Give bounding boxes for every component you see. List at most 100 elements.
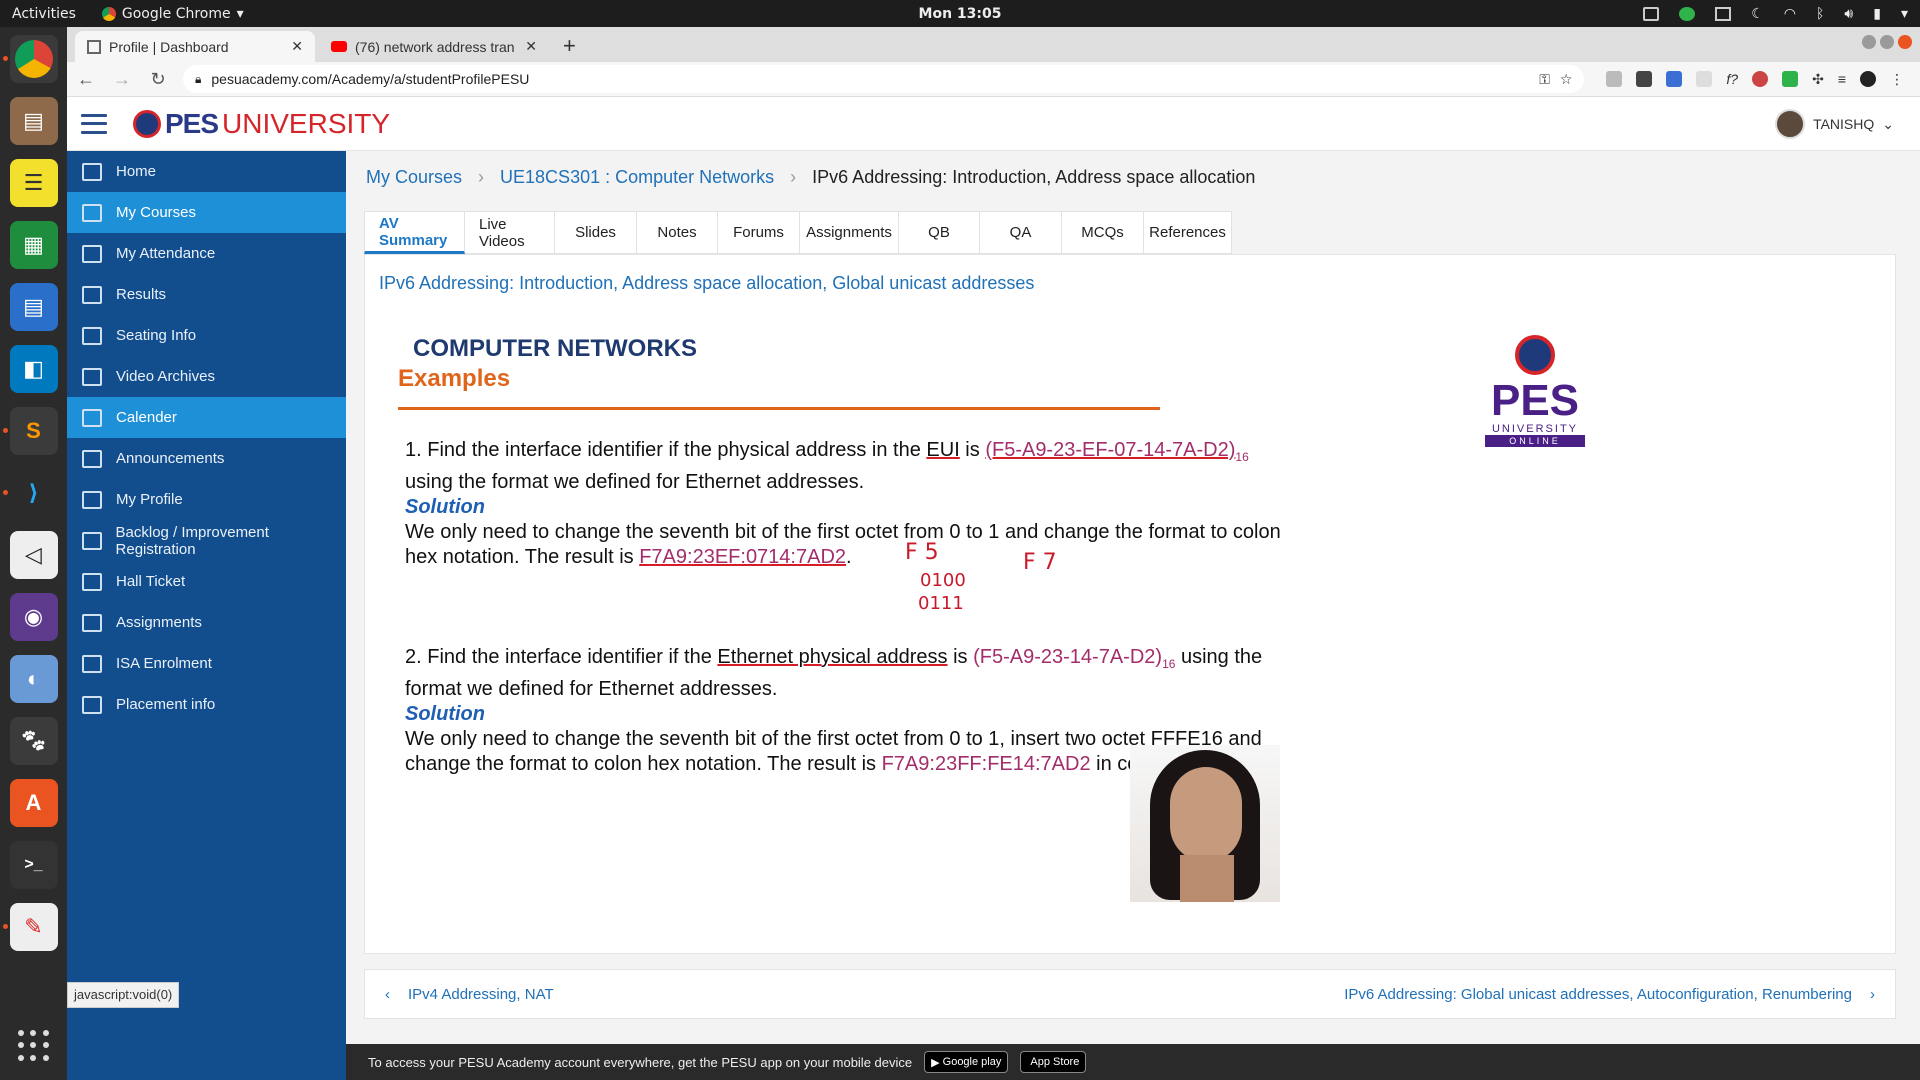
sidebar-item[interactable]: Seating Info (67, 315, 346, 356)
user-icon (82, 695, 102, 714)
extension-icon[interactable] (1696, 71, 1713, 87)
browser-tab-profile[interactable]: Profile | Dashboard ✕ (75, 31, 315, 62)
sidebar-item-label: Calender (116, 409, 177, 426)
sidebar-item[interactable]: Calender (67, 397, 346, 438)
breadcrumb-course[interactable]: UE18CS301 : Computer Networks (500, 167, 774, 188)
sidebar-item[interactable]: Video Archives (67, 356, 346, 397)
content-tab[interactable]: QA (980, 211, 1062, 254)
a2-result: F7A9:23FF:FE14:7AD2 (881, 753, 1091, 775)
close-tab-icon[interactable]: ✕ (291, 38, 303, 55)
address-bar[interactable]: 🔒︎ pesuacademy.com/Academy/a/studentProf… (183, 65, 1585, 93)
url-text: pesuacademy.com/Academy/a/studentProfile… (211, 71, 530, 87)
sublime-dock-icon[interactable]: S (2, 407, 58, 455)
content-tab[interactable]: QB (899, 211, 980, 254)
notes-dock-icon[interactable]: ☰ (9, 159, 58, 207)
menu-kebab-icon[interactable]: ⋮ (1890, 71, 1904, 88)
terminal-dock-icon[interactable]: >_ (9, 841, 58, 889)
profile-avatar-icon[interactable] (1860, 71, 1876, 87)
puzzle-icon[interactable]: ✣ (1812, 71, 1824, 88)
extension-icon[interactable] (1606, 71, 1623, 87)
document-icon (82, 654, 102, 673)
sidebar-item[interactable]: Assignments (67, 602, 346, 643)
bookmark-star-icon[interactable]: ☆ (1560, 71, 1573, 88)
extension-icon[interactable] (1666, 71, 1683, 87)
content-tab[interactable]: Live Videos (465, 211, 555, 254)
camera-icon (1643, 6, 1660, 21)
spreadsheet-dock-icon[interactable]: ▦ (9, 221, 58, 269)
sidebar-item[interactable]: Announcements (67, 438, 346, 479)
breadcrumb-my-courses[interactable]: My Courses (366, 167, 462, 188)
prev-next-nav: ‹ IPv4 Addressing, NAT IPv6 Addressing: G… (364, 969, 1896, 1019)
reload-button[interactable]: ↻ (147, 69, 169, 90)
sidebar-item[interactable]: Home (67, 151, 346, 192)
sidebar-item-label: Seating Info (116, 327, 197, 344)
extension-icon[interactable] (1782, 71, 1799, 87)
sidebar-item-label: ISA Enrolment (116, 655, 212, 672)
user-name: TANISHQ (1813, 116, 1875, 132)
software-dock-icon[interactable]: A (9, 779, 58, 827)
extension-icon[interactable] (1636, 71, 1653, 87)
sidebar-item[interactable]: Placement info (67, 684, 346, 725)
chevron-right-icon: › (1870, 985, 1875, 1003)
show-applications-icon[interactable] (18, 1030, 50, 1062)
unity-dock-icon[interactable]: ◁ (9, 531, 58, 579)
content-tab[interactable]: AV Summary (364, 211, 465, 254)
pes-university-logo[interactable]: PES UNIVERSITY (133, 108, 390, 140)
vscode-dock-icon[interactable]: ⟩ (2, 469, 58, 517)
chrome-dock-icon[interactable] (2, 35, 58, 83)
gimp-dock-icon[interactable]: 🐾︎ (9, 717, 58, 765)
key-icon[interactable]: ⚿ (1539, 71, 1550, 88)
sidebar-item[interactable]: ISA Enrolment (67, 643, 346, 684)
hamburger-menu-icon[interactable] (81, 113, 107, 134)
user-menu[interactable]: TANISHQ ⌄ (1775, 109, 1894, 139)
pes-online-logo: PES UNIVERSITY ONLINE (1485, 335, 1585, 447)
close-window-button[interactable] (1898, 35, 1912, 49)
disk-dock-icon[interactable]: ◐ (9, 655, 58, 703)
trello-dock-icon[interactable]: ◧ (9, 345, 58, 393)
prev-lesson-link[interactable]: ‹ IPv4 Addressing, NAT (385, 986, 554, 1003)
sidebar-item[interactable]: My Courses (67, 192, 346, 233)
content-tab[interactable]: Notes (637, 211, 718, 254)
q2-hex-address: (F5-A9-23-14-7A-D2) (973, 646, 1163, 668)
next-lesson-link[interactable]: IPv6 Addressing: Global unicast addresse… (1344, 986, 1875, 1003)
chrome-icon (101, 6, 116, 21)
activities-button[interactable]: Activities (0, 6, 88, 22)
forward-button[interactable]: → (111, 69, 133, 90)
content-tab[interactable]: Assignments (800, 211, 899, 254)
content-tab[interactable]: Forums (718, 211, 800, 254)
sidebar-item-label: My Courses (116, 204, 197, 221)
drawing-dock-icon[interactable]: ✎ (2, 903, 58, 951)
new-tab-button[interactable]: + (563, 33, 576, 59)
clock[interactable]: Mon 13:05 (919, 6, 1002, 22)
sidebar-item[interactable]: Results (67, 274, 346, 315)
layers-icon (82, 531, 102, 550)
back-button[interactable]: ← (75, 69, 97, 90)
content-tab[interactable]: Slides (555, 211, 637, 254)
files-dock-icon[interactable]: ▤ (9, 97, 58, 145)
sidebar-item[interactable]: Backlog / Improvement Registration (67, 520, 346, 561)
extension-icon[interactable] (1752, 71, 1769, 87)
sidebar-item[interactable]: Hall Ticket (67, 561, 346, 602)
wifi-icon: ◠ (1783, 5, 1797, 22)
media-control-icon[interactable]: ≡ (1838, 71, 1846, 87)
maximize-button[interactable] (1880, 35, 1894, 49)
content-tab[interactable]: References (1144, 211, 1232, 254)
megaphone-icon (82, 449, 102, 468)
google-play-badge[interactable]: ▶ Google play (924, 1051, 1009, 1073)
formula-extension-icon[interactable]: f? (1726, 71, 1738, 87)
app-menu[interactable]: Google Chrome ▾ (88, 6, 244, 22)
content-tab[interactable]: MCQs (1062, 211, 1144, 254)
document-dock-icon[interactable]: ▤ (9, 283, 58, 331)
video-slide[interactable]: COMPUTER NETWORKS Examples 1. Find the i… (395, 315, 1281, 902)
chevron-right-icon: › (790, 167, 797, 187)
app-store-badge[interactable]: App Store (1020, 1051, 1087, 1073)
caret-down-icon: ▾ (1900, 5, 1908, 22)
minimize-button[interactable] (1862, 35, 1876, 49)
browser-tab-youtube[interactable]: (76) network address tran ✕ (319, 31, 549, 62)
close-tab-icon[interactable]: ✕ (525, 38, 537, 55)
sidebar-item[interactable]: My Profile (67, 479, 346, 520)
video-dock-icon[interactable]: ◉ (9, 593, 58, 641)
system-tray[interactable]: ☾ ◠ ᛒ 🔊︎ ▮ ▾ (1643, 0, 1908, 27)
sidebar-item[interactable]: My Attendance (67, 233, 346, 274)
dock: ▤ ☰ ▦ ▤ ◧ S ⟩ ◁ ◉ ◐ 🐾︎ A >_ ✎ (0, 27, 67, 1080)
